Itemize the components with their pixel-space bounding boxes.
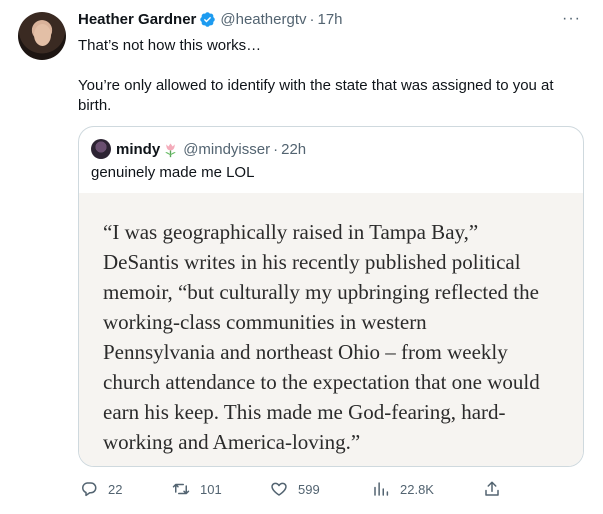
views-button[interactable]: 22.8K bbox=[372, 480, 434, 498]
share-button[interactable] bbox=[483, 480, 501, 498]
retweet-button[interactable]: 101 bbox=[172, 480, 222, 498]
like-count: 599 bbox=[298, 481, 320, 497]
tulip-emoji-icon bbox=[162, 141, 179, 158]
like-button[interactable]: 599 bbox=[270, 480, 320, 498]
image-quote-passage: “I was geographically raised in Tampa Ba… bbox=[103, 220, 540, 454]
reply-icon bbox=[82, 482, 97, 497]
quoted-timestamp: 22h bbox=[281, 140, 307, 158]
quoted-tweet[interactable]: mindy @mindyisser · 22h genuinely made m… bbox=[78, 126, 584, 467]
quoted-avatar[interactable] bbox=[91, 139, 111, 159]
quoted-image[interactable]: “I was geographically raised in Tampa Ba… bbox=[79, 193, 583, 466]
separator-dot: · bbox=[309, 11, 315, 28]
author-handle[interactable]: @heathergtv bbox=[220, 11, 306, 28]
verified-badge-icon bbox=[199, 11, 216, 28]
views-chart-icon bbox=[374, 482, 389, 496]
quoted-tweet-text: genuinely made me LOL bbox=[91, 164, 255, 181]
views-count: 22.8K bbox=[400, 481, 434, 497]
avatar-face bbox=[34, 24, 51, 46]
quoted-tweet-header: mindy @mindyisser · 22h bbox=[91, 139, 306, 159]
tweet-timestamp[interactable]: 17h bbox=[318, 11, 343, 28]
tweet[interactable]: Heather Gardner @heathergtv · 17h ··· Th… bbox=[0, 0, 603, 514]
tweet-text-line-2: You’re only allowed to identify with the… bbox=[78, 77, 554, 114]
tweet-text-line-1: That’s not how this works… bbox=[78, 37, 262, 54]
retweet-icon bbox=[172, 483, 190, 495]
retweet-count: 101 bbox=[200, 481, 222, 497]
reply-button[interactable]: 22 bbox=[80, 480, 122, 498]
more-options-icon[interactable]: ··· bbox=[562, 10, 581, 28]
tweet-header: Heather Gardner @heathergtv · 17h bbox=[78, 11, 343, 28]
author-name[interactable]: Heather Gardner bbox=[78, 11, 196, 28]
reply-count: 22 bbox=[108, 481, 123, 497]
heart-icon bbox=[271, 482, 287, 496]
quoted-author-name: mindy bbox=[116, 140, 161, 158]
share-icon bbox=[485, 481, 499, 496]
tweet-text: That’s not how this works… You’re only a… bbox=[78, 36, 588, 116]
quoted-author-handle: @mindyisser bbox=[183, 140, 271, 158]
quoted-separator-dot: · bbox=[273, 140, 279, 158]
avatar[interactable] bbox=[18, 12, 66, 60]
action-bar: 22 101 599 22.8K bbox=[80, 480, 510, 502]
